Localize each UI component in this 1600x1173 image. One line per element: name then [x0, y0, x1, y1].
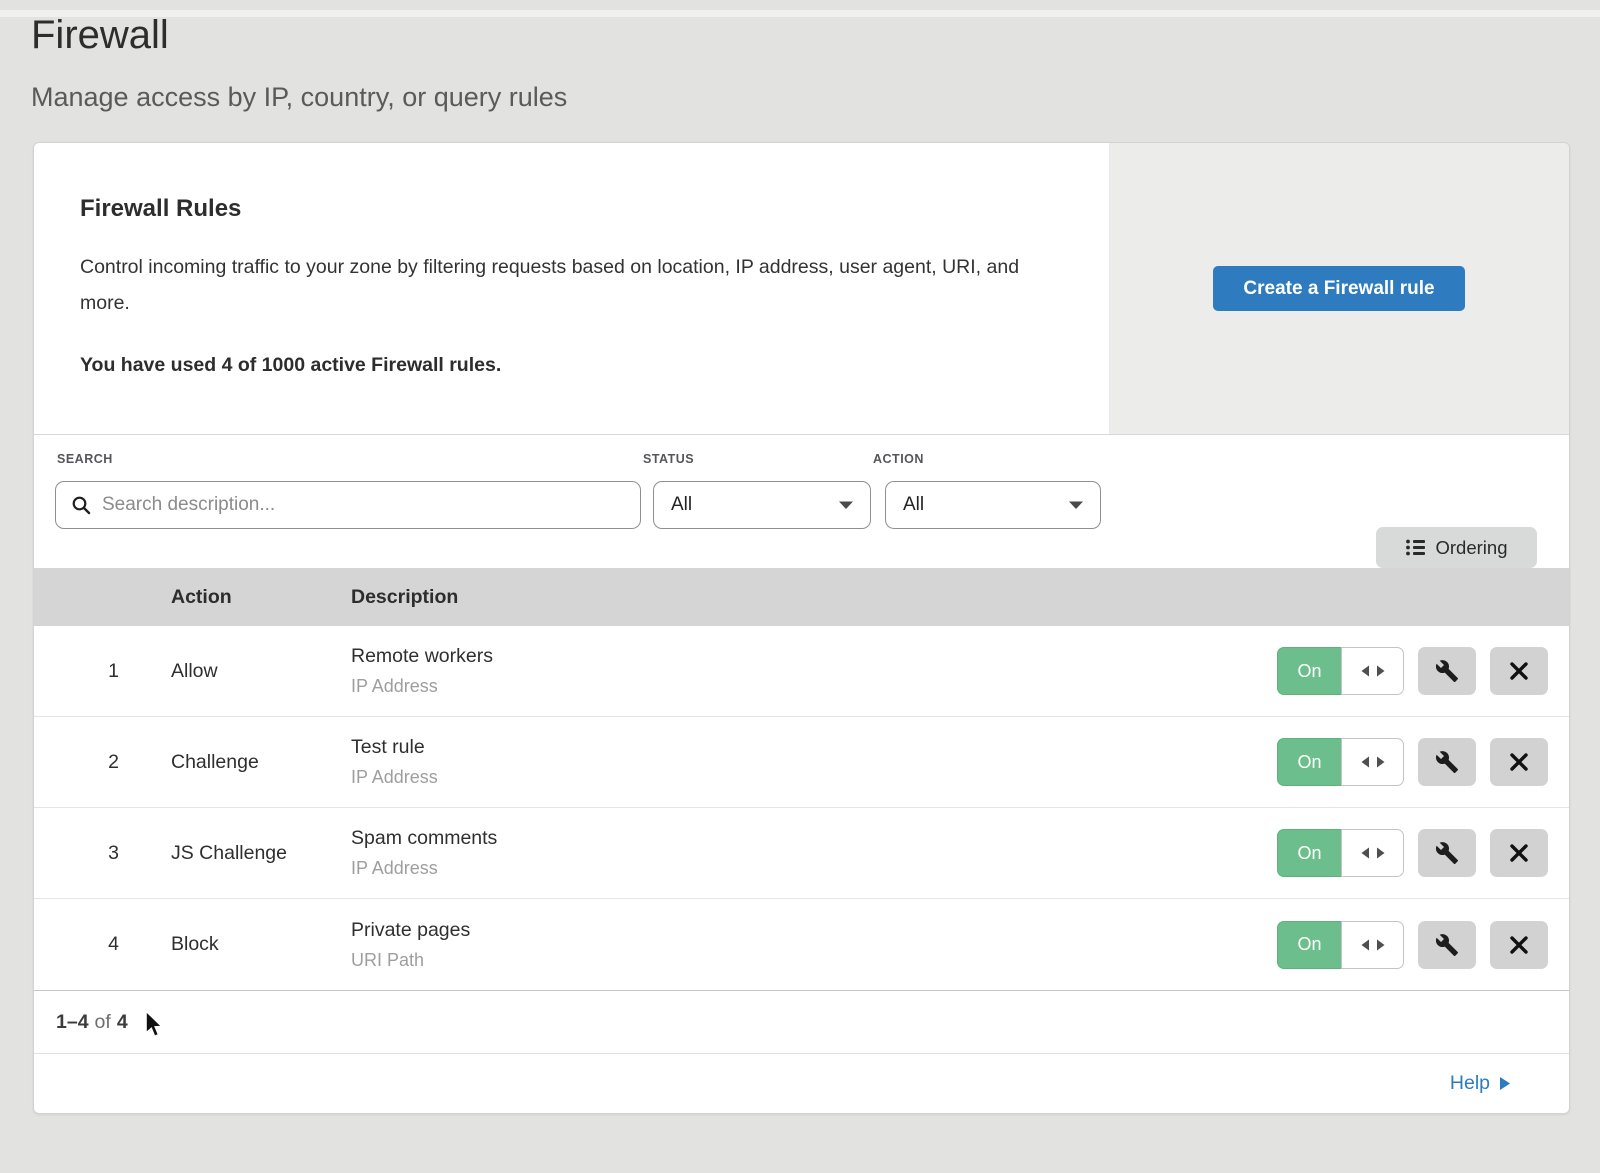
- wrench-icon: [1435, 659, 1459, 683]
- table-row: 4 Block Private pages URI Path On: [34, 899, 1569, 990]
- edit-rule-button[interactable]: [1418, 738, 1476, 786]
- wrench-icon: [1435, 933, 1459, 957]
- rule-priority: 1: [34, 660, 171, 683]
- ordering-button[interactable]: Ordering: [1376, 527, 1537, 568]
- table-row: 2 Challenge Test rule IP Address On: [34, 717, 1569, 808]
- rule-match-type: IP Address: [351, 767, 1277, 788]
- page-title: Firewall: [31, 10, 1600, 60]
- rule-action: JS Challenge: [171, 842, 351, 865]
- rule-controls: On: [1277, 647, 1548, 695]
- action-label: ACTION: [873, 452, 1101, 466]
- rule-description: Private pages: [351, 919, 1277, 942]
- ordering-button-label: Ordering: [1436, 537, 1508, 559]
- search-input-box[interactable]: [55, 481, 641, 529]
- rule-description: Test rule: [351, 736, 1277, 759]
- toggle-on-label: On: [1277, 738, 1341, 786]
- rule-controls: On: [1277, 921, 1548, 969]
- info-section: Firewall Rules Control incoming traffic …: [34, 143, 1569, 435]
- usage-note: You have used 4 of 1000 active Firewall …: [80, 354, 1049, 377]
- chevron-down-icon: [838, 500, 854, 510]
- search-icon: [71, 495, 91, 515]
- edit-rule-button[interactable]: [1418, 921, 1476, 969]
- table-row: 1 Allow Remote workers IP Address On: [34, 626, 1569, 717]
- rule-enabled-toggle[interactable]: On: [1277, 647, 1404, 695]
- search-input[interactable]: [102, 494, 626, 516]
- pagination-range: 1–4: [56, 1011, 89, 1034]
- info-description: Control incoming traffic to your zone by…: [80, 249, 1040, 321]
- delete-rule-button[interactable]: [1490, 829, 1548, 877]
- action-column-header: Action: [171, 586, 351, 609]
- toggle-on-label: On: [1277, 647, 1341, 695]
- search-label: SEARCH: [57, 452, 641, 466]
- info-text-block: Firewall Rules Control incoming traffic …: [34, 143, 1109, 434]
- toggle-arrows-icon: [1341, 647, 1404, 695]
- pagination-bar: 1–4 of 4: [34, 990, 1569, 1053]
- help-link-label: Help: [1450, 1072, 1490, 1095]
- create-firewall-rule-button[interactable]: Create a Firewall rule: [1213, 266, 1465, 311]
- rule-action: Allow: [171, 660, 351, 683]
- status-selected-value: All: [671, 494, 692, 516]
- toggle-arrows-icon: [1341, 738, 1404, 786]
- help-link[interactable]: Help: [1450, 1072, 1511, 1095]
- chevron-down-icon: [1068, 500, 1084, 510]
- table-header: Action Description: [34, 568, 1569, 626]
- toggle-arrows-icon: [1341, 921, 1404, 969]
- rule-action: Challenge: [171, 751, 351, 774]
- info-heading: Firewall Rules: [80, 195, 1049, 223]
- delete-rule-button[interactable]: [1490, 738, 1548, 786]
- filter-bar: SEARCH STATUS All ACTION All: [34, 435, 1569, 568]
- close-icon: [1509, 752, 1529, 772]
- rule-match-type: IP Address: [351, 858, 1277, 879]
- ordered-list-icon: [1406, 539, 1425, 556]
- delete-rule-button[interactable]: [1490, 647, 1548, 695]
- close-icon: [1509, 935, 1529, 955]
- rule-description: Spam comments: [351, 827, 1277, 850]
- status-select[interactable]: All: [653, 481, 871, 529]
- action-filter: ACTION All: [871, 452, 1101, 568]
- rule-controls: On: [1277, 738, 1548, 786]
- rule-priority: 2: [34, 751, 171, 774]
- card-footer: Help: [34, 1053, 1569, 1113]
- edit-rule-button[interactable]: [1418, 647, 1476, 695]
- firewall-card: Firewall Rules Control incoming traffic …: [33, 142, 1570, 1114]
- pagination-of-text: of: [95, 1011, 111, 1034]
- close-icon: [1509, 661, 1529, 681]
- search-filter: SEARCH: [55, 452, 641, 568]
- rule-priority: 4: [34, 933, 171, 956]
- rule-description-cell: Test rule IP Address: [351, 736, 1277, 788]
- delete-rule-button[interactable]: [1490, 921, 1548, 969]
- table-row: 3 JS Challenge Spam comments IP Address …: [34, 808, 1569, 899]
- rule-match-type: URI Path: [351, 950, 1277, 971]
- create-rule-panel: Create a Firewall rule: [1109, 143, 1569, 434]
- rule-action: Block: [171, 933, 351, 956]
- description-column-header: Description: [351, 586, 1569, 609]
- toggle-arrows-icon: [1341, 829, 1404, 877]
- wrench-icon: [1435, 841, 1459, 865]
- rule-enabled-toggle[interactable]: On: [1277, 829, 1404, 877]
- rule-description: Remote workers: [351, 645, 1277, 668]
- rule-description-cell: Spam comments IP Address: [351, 827, 1277, 879]
- rule-enabled-toggle[interactable]: On: [1277, 738, 1404, 786]
- close-icon: [1509, 843, 1529, 863]
- rule-match-type: IP Address: [351, 676, 1277, 697]
- window-top-edge: [0, 10, 1600, 17]
- toggle-on-label: On: [1277, 921, 1341, 969]
- action-select[interactable]: All: [885, 481, 1101, 529]
- rule-description-cell: Remote workers IP Address: [351, 645, 1277, 697]
- toggle-on-label: On: [1277, 829, 1341, 877]
- pagination-total: 4: [117, 1011, 128, 1034]
- rule-controls: On: [1277, 829, 1548, 877]
- edit-rule-button[interactable]: [1418, 829, 1476, 877]
- rule-description-cell: Private pages URI Path: [351, 919, 1277, 971]
- rule-priority: 3: [34, 842, 171, 865]
- triangle-right-icon: [1499, 1076, 1511, 1091]
- status-label: STATUS: [643, 452, 871, 466]
- wrench-icon: [1435, 750, 1459, 774]
- rule-enabled-toggle[interactable]: On: [1277, 921, 1404, 969]
- status-filter: STATUS All: [641, 452, 871, 568]
- page-subtitle: Manage access by IP, country, or query r…: [31, 80, 1600, 114]
- action-selected-value: All: [903, 494, 924, 516]
